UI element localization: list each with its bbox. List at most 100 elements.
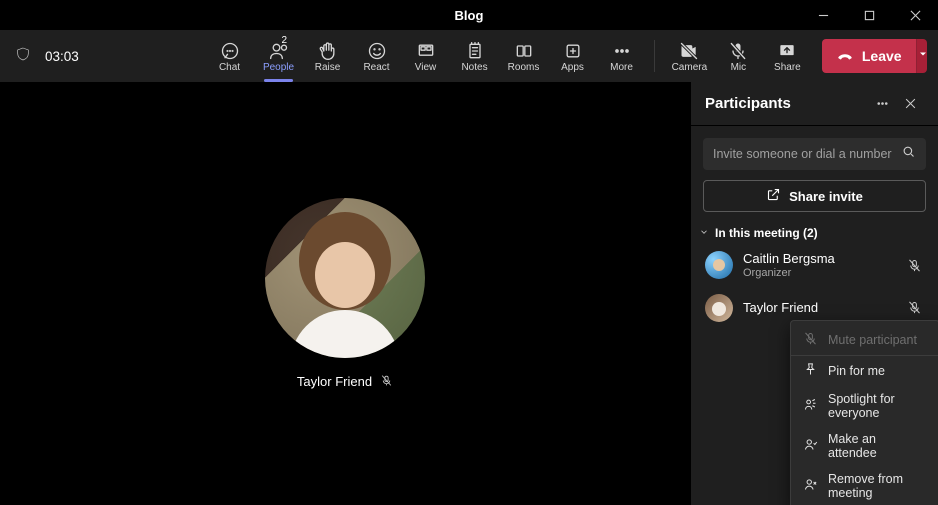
window-controls — [800, 0, 938, 30]
chat-icon — [220, 40, 240, 62]
mic-off-icon — [728, 40, 748, 62]
maximize-button[interactable] — [846, 0, 892, 30]
meeting-timer: 03:03 — [45, 49, 79, 64]
mic-muted-icon — [904, 258, 924, 273]
apps-button[interactable]: Apps — [548, 30, 597, 82]
menu-label: Spotlight for everyone — [828, 392, 927, 420]
attendee-icon — [803, 437, 818, 455]
view-label: View — [415, 63, 437, 73]
search-icon — [901, 144, 916, 164]
participant-row[interactable]: Caitlin Bergsma Organizer — [703, 246, 926, 285]
invite-search[interactable] — [703, 138, 926, 170]
title-bar: Blog — [0, 0, 938, 30]
panel-more-button[interactable] — [868, 96, 896, 111]
meeting-toolbar: 03:03 Chat 2 People Raise React V — [0, 30, 938, 82]
stage-participant: Taylor Friend — [265, 198, 425, 390]
leave-dropdown[interactable] — [916, 39, 927, 73]
notes-button[interactable]: Notes — [450, 30, 499, 82]
leave-button[interactable]: Leave — [822, 39, 927, 73]
mic-button[interactable]: Mic — [714, 30, 763, 82]
share-screen-icon — [777, 40, 797, 62]
share-invite-button[interactable]: Share invite — [703, 180, 926, 212]
view-icon — [416, 40, 436, 62]
people-button[interactable]: 2 People — [254, 30, 303, 82]
make-attendee-item[interactable]: Make an attendee — [791, 426, 938, 466]
avatar — [705, 294, 733, 322]
minimize-button[interactable] — [800, 0, 846, 30]
participant-info: Taylor Friend — [743, 300, 894, 316]
close-window-button[interactable] — [892, 0, 938, 30]
more-icon — [612, 40, 632, 62]
more-label: More — [610, 63, 633, 73]
toolbar-separator — [654, 40, 655, 72]
section-label: In this meeting (2) — [715, 226, 818, 240]
participant-name: Taylor Friend — [297, 374, 372, 389]
pin-for-me-item[interactable]: Pin for me — [791, 356, 938, 386]
app-root: Blog 03:03 Chat 2 People Raise — [0, 0, 938, 505]
panel-title: Participants — [705, 95, 868, 112]
remove-person-icon — [803, 477, 818, 495]
camera-label: Camera — [672, 63, 708, 73]
view-button[interactable]: View — [401, 30, 450, 82]
menu-label: Mute participant — [828, 333, 917, 347]
participant-context-menu: Mute participant Pin for me Spotlight fo… — [790, 320, 938, 505]
share-button[interactable]: Share — [763, 30, 812, 82]
raise-label: Raise — [315, 63, 341, 73]
chat-label: Chat — [219, 63, 240, 73]
more-button[interactable]: More — [597, 30, 646, 82]
share-invite-label: Share invite — [789, 189, 863, 204]
raise-button[interactable]: Raise — [303, 30, 352, 82]
section-heading[interactable]: In this meeting (2) — [699, 226, 926, 240]
mic-label: Mic — [731, 63, 747, 73]
chevron-down-icon — [699, 226, 709, 240]
menu-label: Pin for me — [828, 364, 885, 378]
menu-label: Remove from meeting — [828, 472, 927, 500]
video-stage: Taylor Friend — [0, 82, 690, 505]
toolbar-right: Camera Mic Share — [665, 30, 812, 82]
participant-avatar — [265, 198, 425, 358]
panel-header: Participants — [691, 82, 938, 126]
participant-info: Caitlin Bergsma Organizer — [743, 251, 894, 280]
participant-name: Caitlin Bergsma — [743, 251, 894, 267]
camera-button[interactable]: Camera — [665, 30, 714, 82]
people-badge: 2 — [281, 35, 287, 46]
notes-label: Notes — [461, 63, 487, 73]
leave-label: Leave — [862, 48, 902, 64]
panel-close-button[interactable] — [896, 96, 924, 111]
react-label: React — [363, 63, 389, 73]
react-button[interactable]: React — [352, 30, 401, 82]
mic-muted-icon — [380, 374, 393, 390]
spotlight-item[interactable]: Spotlight for everyone — [791, 386, 938, 426]
menu-label: Make an attendee — [828, 432, 927, 460]
participant-role: Organizer — [743, 267, 894, 280]
rooms-button[interactable]: Rooms — [499, 30, 548, 82]
apps-icon — [563, 40, 583, 62]
notes-icon — [465, 40, 485, 62]
chat-button[interactable]: Chat — [205, 30, 254, 82]
remove-from-meeting-item[interactable]: Remove from meeting — [791, 466, 938, 505]
leave-main[interactable]: Leave — [822, 39, 916, 73]
people-label: People — [263, 63, 294, 73]
participant-list: Caitlin Bergsma Organizer Taylor Friend — [703, 246, 926, 327]
share-label: Share — [774, 63, 801, 73]
toolbar-center: Chat 2 People Raise React View Notes — [205, 30, 646, 82]
body: Taylor Friend Participants Share invit — [0, 82, 938, 505]
mute-participant-item: Mute participant — [791, 325, 938, 356]
participant-name: Taylor Friend — [743, 300, 894, 316]
pin-icon — [803, 362, 818, 380]
hand-icon — [318, 40, 338, 62]
avatar — [705, 251, 733, 279]
window-title: Blog — [455, 8, 484, 23]
share-invite-icon — [766, 187, 781, 205]
panel-body: Share invite In this meeting (2) Caitlin… — [691, 126, 938, 505]
hangup-icon — [836, 46, 854, 67]
chevron-down-icon — [917, 47, 927, 65]
mic-muted-icon — [904, 300, 924, 315]
shield-icon — [15, 46, 31, 67]
rooms-icon — [514, 40, 534, 62]
apps-label: Apps — [561, 63, 584, 73]
participant-name-row: Taylor Friend — [265, 374, 425, 390]
timer-area: 03:03 — [15, 30, 205, 82]
camera-off-icon — [679, 40, 699, 62]
invite-input[interactable] — [713, 147, 893, 161]
